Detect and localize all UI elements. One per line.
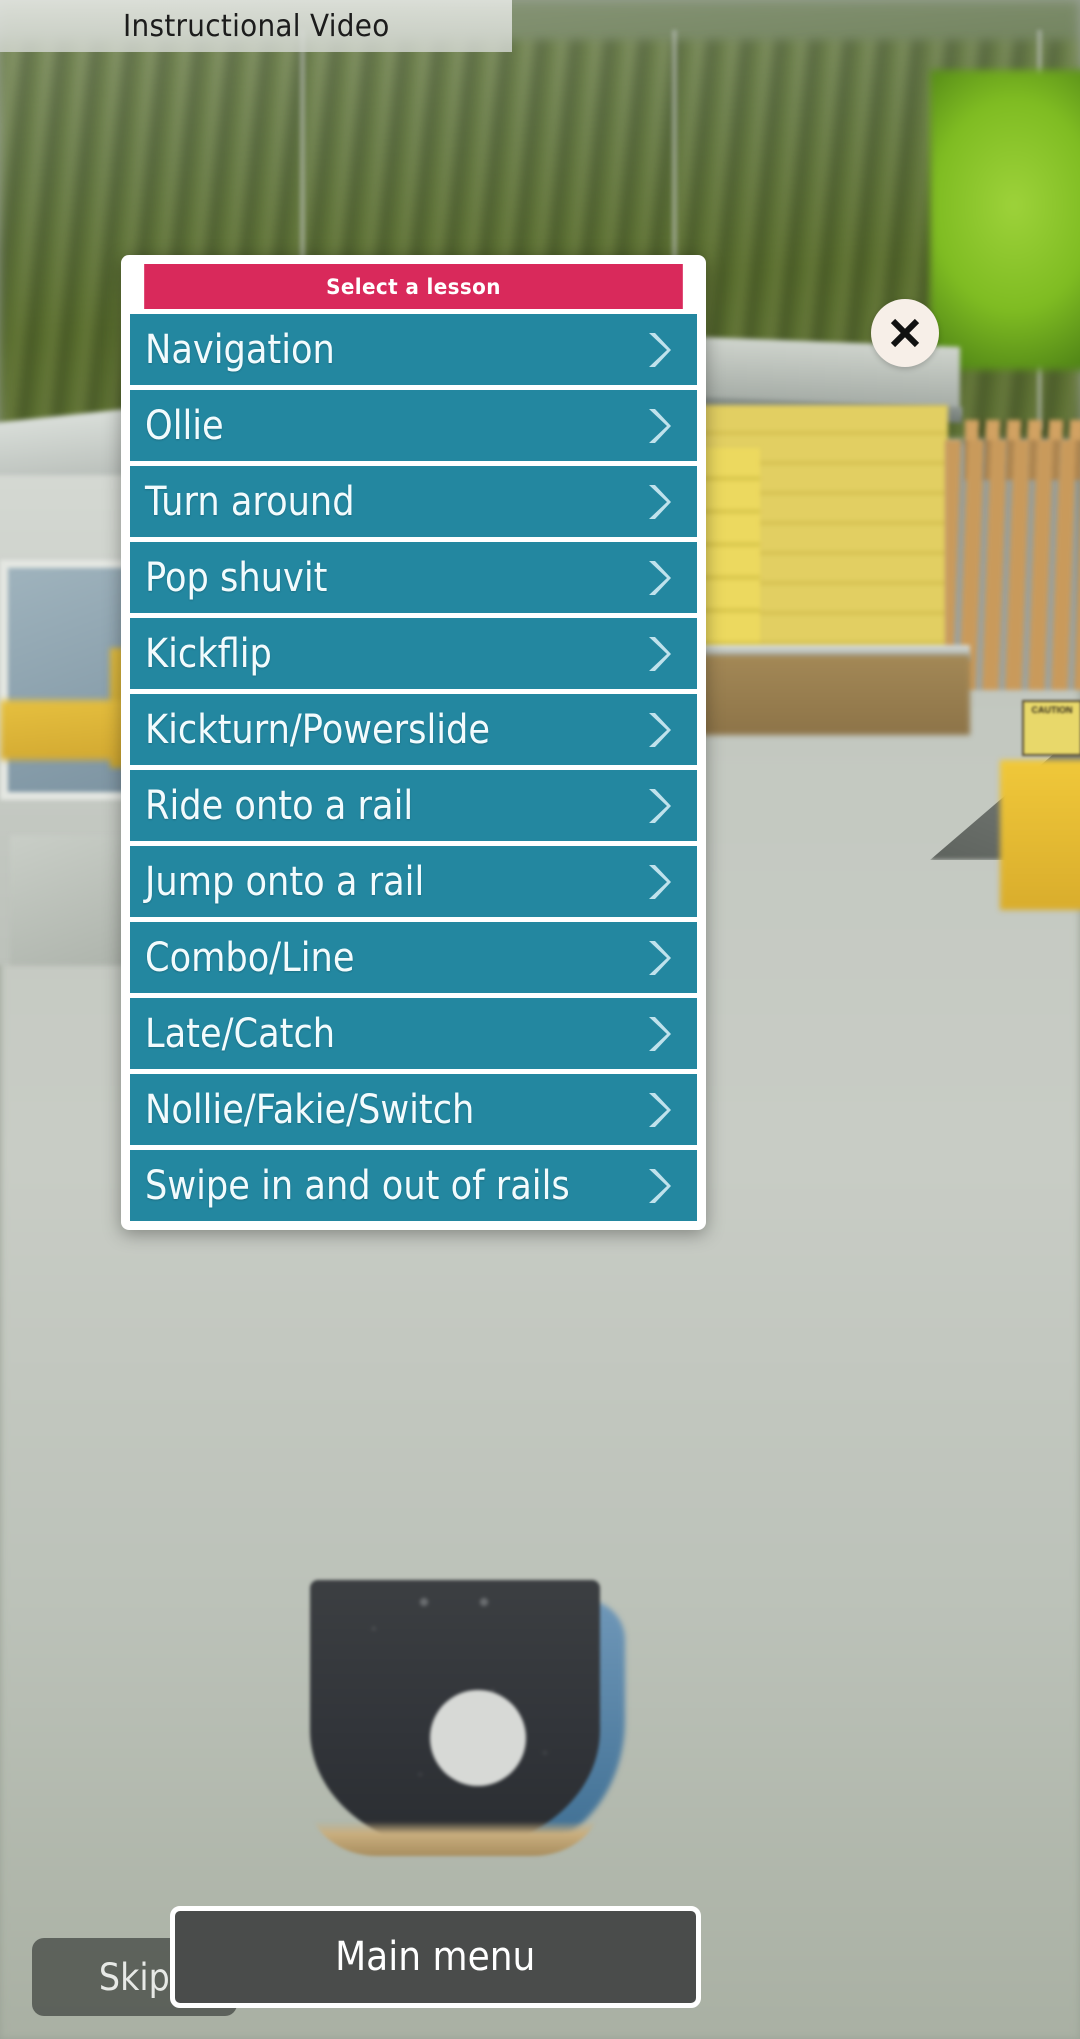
skateboard-sticker <box>430 1690 526 1786</box>
close-icon <box>886 314 924 352</box>
game-screen: CAUTION Instructional Video Select a les… <box>0 0 1080 2039</box>
instructional-video-banner: Instructional Video <box>0 0 512 52</box>
lesson-label: Ollie <box>145 402 224 449</box>
lesson-label: Swipe in and out of rails <box>145 1162 570 1209</box>
caution-sign: CAUTION <box>1022 700 1080 756</box>
lesson-row[interactable]: Combo/Line <box>130 922 697 993</box>
main-menu-button-label: Main menu <box>335 1934 536 1980</box>
lesson-row[interactable]: Turn around <box>130 466 697 537</box>
skateboard <box>300 1580 625 1880</box>
chevron-right-icon[interactable] <box>645 710 671 750</box>
lesson-label: Kickflip <box>145 630 272 677</box>
chevron-right-icon[interactable] <box>645 330 671 370</box>
lesson-label: Jump onto a rail <box>145 858 425 905</box>
skateboard-deck-edge <box>308 1798 602 1856</box>
lesson-label: Kickturn/Powerslide <box>145 706 491 753</box>
lesson-label: Late/Catch <box>145 1010 336 1057</box>
skip-button-label: Skip <box>99 1955 170 1999</box>
lesson-label: Pop shuvit <box>145 554 328 601</box>
lesson-row[interactable]: Jump onto a rail <box>130 846 697 917</box>
lesson-row[interactable]: Nollie/Fakie/Switch <box>130 1074 697 1145</box>
main-menu-button[interactable]: Main menu <box>170 1906 701 2008</box>
lesson-label: Turn around <box>145 478 355 525</box>
chevron-right-icon[interactable] <box>645 406 671 446</box>
banner-title: Instructional Video <box>122 8 390 44</box>
panel-title: Select a lesson <box>144 264 683 309</box>
lesson-row[interactable]: Swipe in and out of rails <box>130 1150 697 1221</box>
lesson-row[interactable]: Late/Catch <box>130 998 697 1069</box>
chevron-right-icon[interactable] <box>645 1014 671 1054</box>
building-left-window-lower <box>10 835 130 965</box>
chevron-right-icon[interactable] <box>645 938 671 978</box>
close-button[interactable] <box>871 299 939 367</box>
skateboard-bolt <box>418 1596 430 1608</box>
lesson-label: Ride onto a rail <box>145 782 414 829</box>
chevron-right-icon[interactable] <box>645 786 671 826</box>
skateboard-bolt <box>478 1596 490 1608</box>
lesson-row[interactable]: Ride onto a rail <box>130 770 697 841</box>
lesson-label: Navigation <box>145 326 335 373</box>
lesson-list: Navigation Ollie Turn around Pop shuvit Kick… <box>130 314 697 1221</box>
chevron-right-icon[interactable] <box>645 1090 671 1130</box>
ramp-yellow-side <box>1000 760 1080 910</box>
chevron-right-icon[interactable] <box>645 862 671 902</box>
lesson-row[interactable]: Navigation <box>130 314 697 385</box>
lesson-row[interactable]: Pop shuvit <box>130 542 697 613</box>
chevron-right-icon[interactable] <box>645 482 671 522</box>
lesson-row[interactable]: Kickturn/Powerslide <box>130 694 697 765</box>
tree <box>930 70 1080 370</box>
lesson-label: Nollie/Fakie/Switch <box>145 1086 475 1133</box>
lesson-row[interactable]: Kickflip <box>130 618 697 689</box>
chevron-right-icon[interactable] <box>645 1166 671 1206</box>
lesson-label: Combo/Line <box>145 934 355 981</box>
chevron-right-icon[interactable] <box>645 558 671 598</box>
lesson-row[interactable]: Ollie <box>130 390 697 461</box>
chevron-right-icon[interactable] <box>645 634 671 674</box>
lesson-select-panel: Select a lesson Navigation Ollie Turn arou… <box>121 255 706 1230</box>
